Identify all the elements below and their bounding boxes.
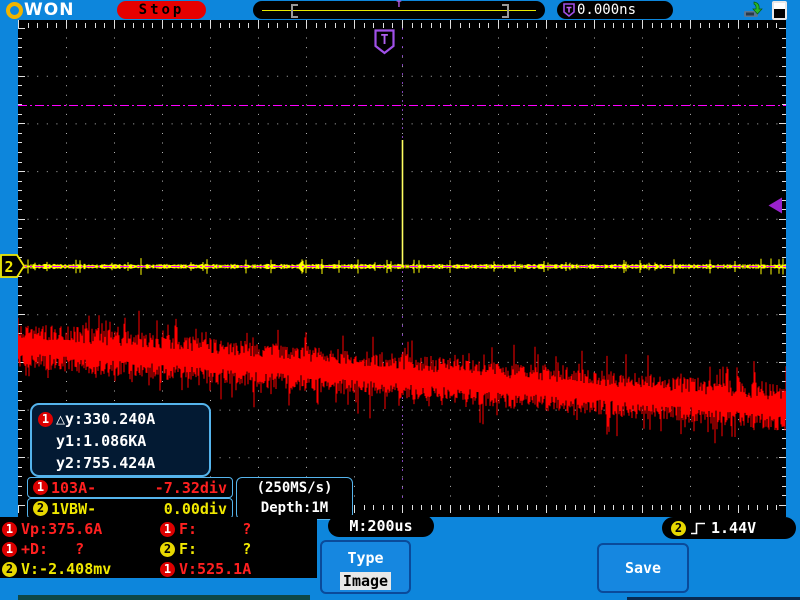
logo-text: WON xyxy=(24,0,74,20)
channel1-readout: 1 103A- -7.32div xyxy=(27,477,233,498)
type-button-label: Type xyxy=(322,549,409,567)
channel2-position: 0.00div xyxy=(164,500,227,518)
cursor-y1-value: y1:1.086KA xyxy=(56,432,146,450)
trigger-level-readout: 2 1.44V xyxy=(662,517,796,539)
channel1-position: -7.32div xyxy=(155,479,227,497)
measure-value: Vp:375.6A xyxy=(21,520,102,538)
measure-v-ch1: 1 V:525.1A xyxy=(160,559,251,579)
measure-value: +D: ? xyxy=(21,540,84,558)
brand-logo: WON xyxy=(6,0,74,20)
trigger-level-value: 1.44V xyxy=(711,519,756,537)
channel-badge: 1 xyxy=(2,522,17,537)
trigger-shield-icon xyxy=(563,3,575,17)
top-bar: WON Stop T 0.000ns xyxy=(0,0,800,20)
channel1-badge: 1 xyxy=(38,412,53,427)
cursor-measure-box: 1 △y:330.240A y1:1.086KA y2:755.424A xyxy=(30,403,211,477)
run-state-button[interactable]: Stop xyxy=(117,1,206,19)
channel-badge: 2 xyxy=(160,542,175,557)
measure-value: V:-2.408mv xyxy=(21,560,111,578)
trigger-time-value: 0.000ns xyxy=(577,2,636,18)
measure-f-ch1: 1 F: ? xyxy=(160,519,251,539)
battery-icon xyxy=(772,1,787,20)
channel2-scale: 1VBW- xyxy=(51,500,96,518)
memory-window-line xyxy=(262,10,536,11)
channel2-badge: 2 xyxy=(33,501,48,516)
trigger-position-marker[interactable]: T xyxy=(374,29,395,55)
channel2-readout: 2 1VBW- 0.00div xyxy=(27,498,233,519)
measure-vp: 1 Vp:375.6A xyxy=(2,519,102,539)
cursor-delta-row: 1 △y:330.240A xyxy=(38,408,203,430)
acquisition-readout: (250MS/s) Depth:1M xyxy=(236,477,353,520)
measure-value: V:525.1A xyxy=(179,560,251,578)
window-trigger-marker[interactable]: T xyxy=(253,1,545,10)
type-button[interactable]: Type Image xyxy=(320,540,411,594)
sample-rate: (250MS/s) xyxy=(237,478,352,498)
usb-storage-icon xyxy=(741,1,765,19)
measure-value: F: ? xyxy=(179,540,251,558)
cursor-y1-row: y1:1.086KA xyxy=(38,430,203,452)
memory-window-indicator: T xyxy=(253,1,545,19)
svg-text:T: T xyxy=(381,33,389,48)
measure-v-ch2: 2 V:-2.408mv xyxy=(2,559,111,579)
channel-badge: 1 xyxy=(2,542,17,557)
measurement-panel: 1 Vp:375.6A 1 +D: ? 2 V:-2.408mv 1 F: ? … xyxy=(0,517,317,578)
svg-text:2: 2 xyxy=(4,258,13,276)
channel-badge: 1 xyxy=(160,562,175,577)
cursor-y2-value: y2:755.424A xyxy=(56,454,155,472)
channel-badge: 2 xyxy=(2,562,17,577)
channel2-position-marker[interactable]: 2 xyxy=(0,254,26,278)
oscilloscope-screen: WON Stop T 0.000ns T xyxy=(0,0,800,600)
channel1-badge: 1 xyxy=(33,480,48,495)
bottom-divider-left xyxy=(18,595,310,600)
timebase-readout: M:200us xyxy=(328,515,434,537)
channel2-badge: 2 xyxy=(671,521,686,536)
save-button[interactable]: Save xyxy=(597,543,689,593)
measure-value: F: ? xyxy=(179,520,251,538)
trigger-time-readout: 0.000ns xyxy=(557,1,673,19)
measure-delay: 1 +D: ? xyxy=(2,539,84,559)
cursor-y2-row: y2:755.424A xyxy=(38,452,203,474)
trigger-level-arrow-icon[interactable] xyxy=(768,197,783,214)
channel-badge: 1 xyxy=(160,522,175,537)
rising-edge-icon xyxy=(691,522,706,535)
cursor-delta-value: △y:330.240A xyxy=(56,410,155,428)
type-button-value: Image xyxy=(340,572,391,590)
measure-f-ch2: 2 F: ? xyxy=(160,539,251,559)
logo-o-icon xyxy=(6,2,23,19)
channel1-scale: 103A- xyxy=(51,479,96,497)
